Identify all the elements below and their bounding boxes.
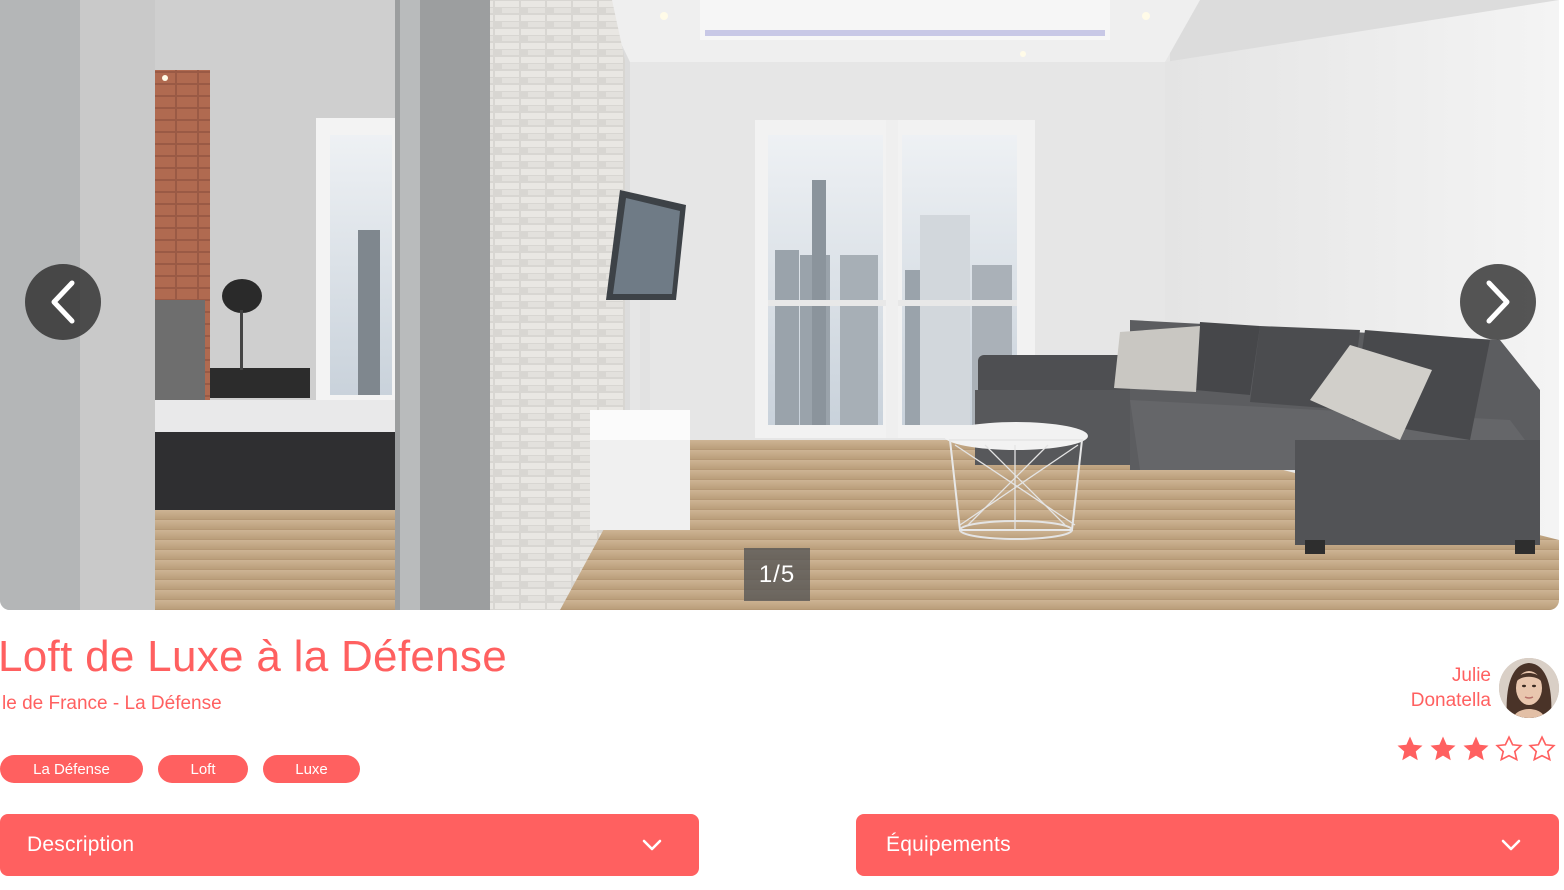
- tag: Loft: [158, 755, 248, 783]
- carousel-next-button[interactable]: [1460, 264, 1536, 340]
- chevron-left-icon: [51, 280, 75, 324]
- image-carousel: 1/5: [0, 0, 1559, 610]
- host-info: Julie Donatella: [1411, 658, 1559, 718]
- tag-list: La Défense Loft Luxe: [0, 755, 360, 783]
- star-filled-icon: [1397, 736, 1423, 761]
- star-rating: [1395, 734, 1557, 764]
- description-label: Description: [27, 833, 135, 856]
- tag: Luxe: [263, 755, 360, 783]
- star-empty-icon: [1528, 735, 1556, 762]
- star-filled-icon: [1430, 736, 1456, 761]
- chevron-down-icon: [642, 839, 662, 851]
- chevron-down-icon: [1501, 839, 1521, 851]
- carousel-prev-button[interactable]: [25, 264, 101, 340]
- listing-location: le de France - La Défense: [2, 693, 222, 714]
- star-empty-icon: [1495, 735, 1523, 762]
- star-filled-icon: [1463, 736, 1489, 761]
- host-avatar-image: [1499, 658, 1559, 718]
- apartment-photo: [0, 0, 1559, 610]
- host-first-name: Julie: [1451, 665, 1491, 686]
- host-last-name: Donatella: [1410, 690, 1491, 711]
- description-collapse[interactable]: Description: [0, 814, 699, 876]
- tag: La Défense: [0, 755, 143, 783]
- listing-title: Loft de Luxe à la Défense: [0, 632, 507, 681]
- equipments-collapse[interactable]: Équipements: [856, 814, 1559, 876]
- equipments-label: Équipements: [886, 833, 1011, 856]
- carousel-counter: 1/5: [744, 548, 810, 601]
- host-name: Julie Donatella: [1411, 663, 1491, 713]
- chevron-right-icon: [1486, 280, 1510, 324]
- avatar: [1499, 658, 1559, 718]
